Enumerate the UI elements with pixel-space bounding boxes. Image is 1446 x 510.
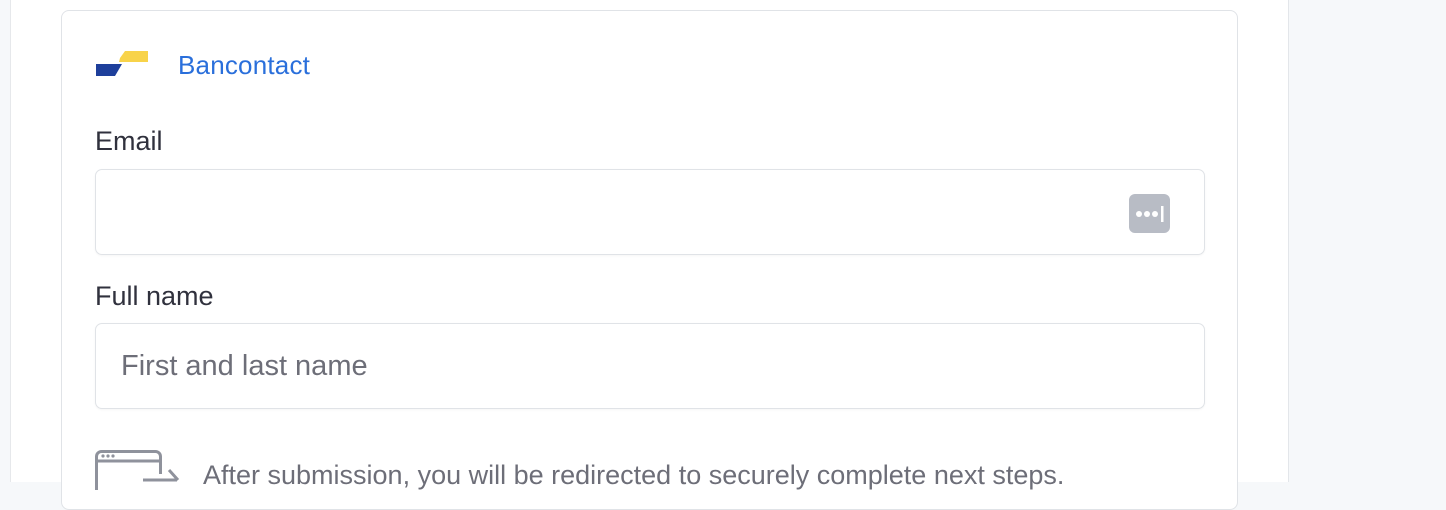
side-panel: [1289, 0, 1446, 482]
redirect-window-icon: [95, 450, 181, 499]
bancontact-logo-icon: [95, 51, 149, 79]
payment-method-header[interactable]: Bancontact: [95, 48, 310, 82]
redirect-notice: After submission, you will be redirected…: [95, 448, 1195, 499]
email-field[interactable]: [95, 169, 1205, 255]
payment-method-name: Bancontact: [178, 49, 311, 80]
email-label: Email: [95, 126, 163, 156]
full-name-placeholder: First and last name: [121, 350, 368, 382]
full-name-label: Full name: [95, 281, 214, 311]
password-manager-icon[interactable]: [1129, 194, 1170, 233]
redirect-text: After submission, you will be redirected…: [203, 460, 1065, 490]
left-gutter: [0, 0, 11, 482]
full-name-field[interactable]: First and last name: [95, 323, 1205, 409]
payment-method-card: [61, 10, 1238, 510]
